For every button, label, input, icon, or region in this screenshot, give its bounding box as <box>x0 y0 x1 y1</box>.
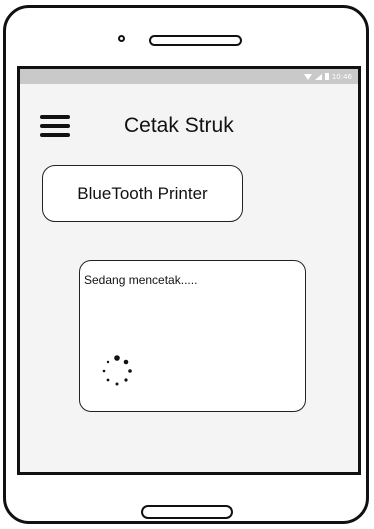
printing-message: Sedang mencetak..... <box>84 273 198 287</box>
battery-icon <box>324 73 329 80</box>
wifi-icon <box>303 73 312 80</box>
bluetooth-printer-button[interactable]: BlueTooth Printer <box>42 165 243 222</box>
page-title: Cetak Struk <box>124 114 234 137</box>
status-time: 10:46 <box>331 72 352 81</box>
status-bar: 10:46 <box>20 69 358 84</box>
app-screen: 10:46 Cetak Struk BlueTooth Printer Seda… <box>17 66 361 475</box>
menu-line <box>40 115 70 119</box>
hamburger-menu-icon[interactable] <box>40 115 70 139</box>
home-button[interactable] <box>141 505 233 519</box>
signal-icon <box>314 73 322 80</box>
printing-dialog: Sedang mencetak..... <box>79 260 306 412</box>
loading-spinner-icon <box>102 355 132 386</box>
menu-line <box>40 124 70 128</box>
status-icons: 10:46 <box>303 72 352 81</box>
front-camera <box>118 35 125 42</box>
earpiece-speaker <box>149 35 242 46</box>
menu-line <box>40 133 70 137</box>
